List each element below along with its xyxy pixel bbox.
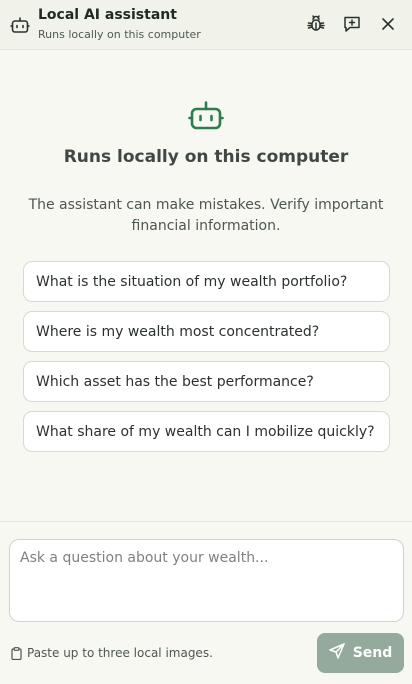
send-button[interactable]: Send	[317, 633, 404, 673]
close-icon	[380, 16, 396, 32]
suggestion-button[interactable]: What share of my wealth can I mobilize q…	[23, 411, 390, 452]
debug-button[interactable]	[304, 12, 328, 36]
empty-state-title: Runs locally on this computer	[63, 147, 349, 167]
chat-empty-state: Runs locally on this computer The assist…	[0, 51, 412, 521]
robot-icon	[188, 99, 224, 131]
suggestion-button[interactable]: Where is my wealth most concentrated?	[23, 311, 390, 352]
new-chat-button[interactable]	[340, 12, 364, 36]
paste-hint-text: Paste up to three local images.	[27, 646, 213, 660]
robot-icon	[10, 15, 30, 35]
disclaimer-text: The assistant can make mistakes. Verify …	[28, 197, 384, 234]
assistant-subtitle: Runs locally on this computer	[38, 28, 201, 41]
assistant-title: Local AI assistant	[38, 7, 177, 23]
send-label: Send	[352, 645, 393, 661]
suggestion-button[interactable]: What is the situation of my wealth portf…	[23, 261, 390, 302]
new-chat-icon	[342, 14, 362, 34]
bug-icon	[306, 14, 326, 34]
clipboard-icon	[11, 646, 22, 660]
question-input[interactable]	[9, 539, 404, 622]
paste-hint: Paste up to three local images.	[11, 646, 213, 660]
send-icon	[328, 643, 353, 663]
suggestion-button[interactable]: Which asset has the best performance?	[23, 361, 390, 402]
assistant-header: Local AI assistant Runs locally on this …	[0, 0, 412, 50]
close-button[interactable]	[376, 12, 400, 36]
composer-area: Paste up to three local images. Send	[0, 522, 412, 684]
